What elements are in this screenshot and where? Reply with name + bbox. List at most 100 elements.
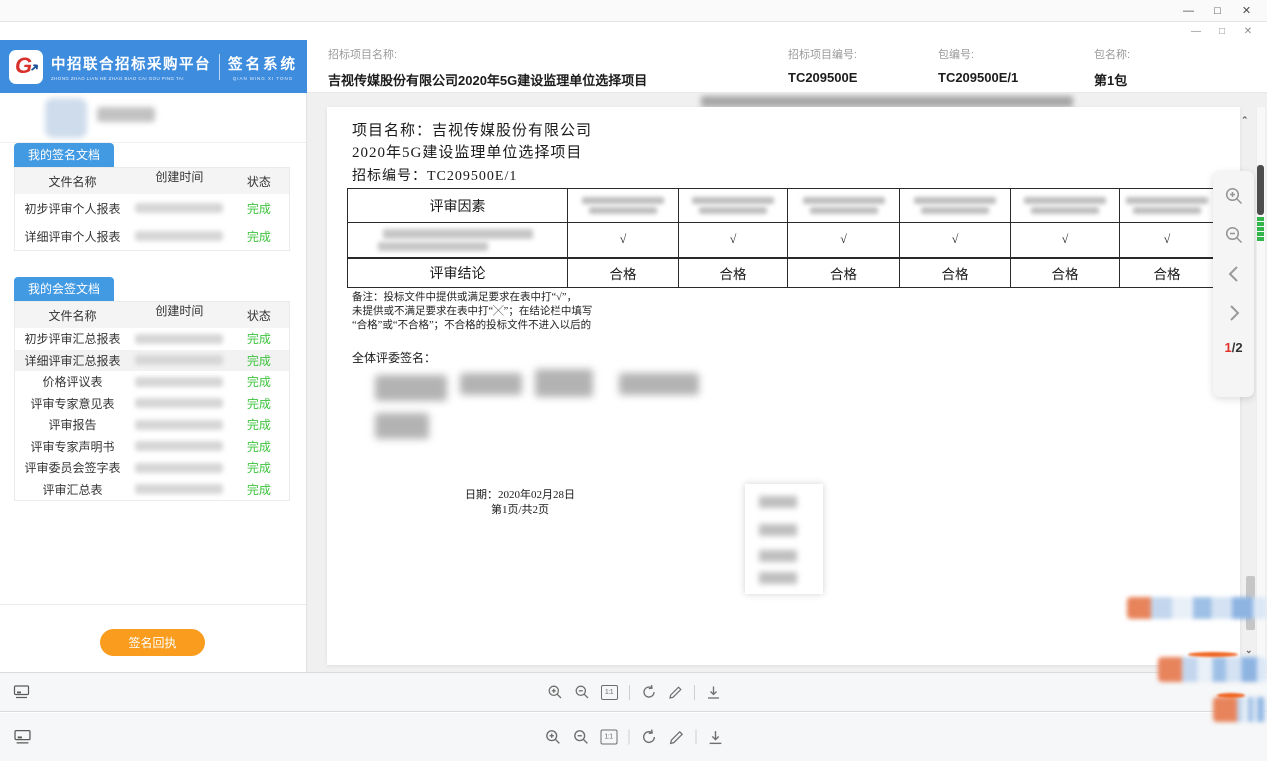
zoom-out-icon[interactable] — [574, 684, 590, 700]
minimize-icon[interactable]: — — [1183, 26, 1209, 37]
prev-page-icon[interactable] — [1221, 259, 1247, 289]
actual-size-icon[interactable]: 1:1 — [600, 730, 617, 745]
brand-divider — [219, 54, 220, 80]
project-no-value: TC209500E — [788, 70, 857, 85]
bidder-name-redacted — [900, 189, 1011, 223]
pass-cell: 合格 — [788, 258, 900, 288]
table-header: 文件名称 创建时间 状态 — [15, 302, 289, 328]
widget-accent-redacted — [1188, 652, 1238, 657]
note-line: “合格”或“不合格”；不合格的投标文件不进入以后的 — [352, 319, 592, 333]
tab-my-signature-docs[interactable]: 我的签名文档 — [14, 143, 114, 167]
doc-project-line1: 项目名称：吉视传媒股份有限公司 — [352, 119, 592, 140]
total-pages: 2 — [1235, 340, 1242, 355]
scrollbar-thumb[interactable] — [1257, 165, 1264, 215]
pass-cell: 合格 — [568, 258, 679, 288]
brand-banner: G ➜ 中招联合招标采购平台 ZHONG ZHAO LIAN HE ZHAO B… — [0, 40, 307, 93]
table-row[interactable]: 评审专家意见表 完成 — [15, 393, 289, 415]
scroll-marker — [1257, 237, 1264, 241]
minimize-icon[interactable]: — — [1174, 5, 1203, 17]
doc-title-redacted — [701, 96, 1073, 107]
doc-name: 评审委员会签字表 — [15, 459, 130, 476]
pdf-toolbar: 1:1 — [547, 684, 721, 700]
table-notes: 备注：投标文件中提供或满足要求在表中打“√”， 未提供或不满足要求在表中打“╳”… — [352, 291, 592, 333]
close-icon[interactable]: ✕ — [1232, 4, 1261, 17]
widget-redacted — [1213, 697, 1267, 722]
device-icon[interactable] — [13, 685, 30, 700]
package-name-value: 第1包 — [1094, 70, 1130, 89]
zoom-in-icon[interactable] — [1221, 181, 1247, 211]
document-page[interactable]: 项目名称：吉视传媒股份有限公司 2020年5G建设监理单位选择项目 招标编号：T… — [327, 107, 1240, 665]
scroll-marker — [1257, 222, 1264, 226]
user-panel — [0, 93, 306, 143]
scroll-up-icon[interactable]: ⌃ — [1241, 115, 1249, 126]
tab-my-countersign-docs[interactable]: 我的会签文档 — [14, 277, 114, 301]
current-page: 1 — [1224, 340, 1231, 355]
col-created-time: 创建时间 — [130, 168, 229, 194]
table-row[interactable]: 初步评审个人报表 完成 — [15, 194, 289, 222]
document-viewer: 项目名称：吉视传媒股份有限公司 2020年5G建设监理单位选择项目 招标编号：T… — [307, 93, 1267, 672]
viewer-floating-toolbar: 1/2 — [1213, 171, 1254, 397]
check-cell: √ — [1120, 223, 1215, 258]
zoom-out-icon[interactable] — [1221, 220, 1247, 250]
signature-redacted — [375, 375, 447, 401]
doc-time-redacted — [130, 194, 229, 222]
signature-label: 全体评委签名： — [352, 349, 436, 366]
maximize-icon[interactable]: □ — [1203, 5, 1232, 17]
system-subtitle: QIAN MING XI TONG — [228, 76, 298, 81]
zoom-in-icon[interactable] — [544, 729, 561, 746]
col-created-time: 创建时间 — [130, 302, 229, 328]
inner-window-controls: — □ ✕ — [1183, 22, 1261, 40]
close-icon[interactable]: ✕ — [1235, 26, 1261, 37]
rotate-icon[interactable] — [641, 684, 657, 700]
col-file-name: 文件名称 — [15, 307, 130, 324]
brand-system-block: 签名系统 QIAN MING XI TONG — [228, 53, 298, 81]
pass-cell: 合格 — [679, 258, 788, 288]
factor-header-cell: 评审因素 — [348, 189, 568, 223]
table-row-selected[interactable]: 详细评审汇总报表 完成 — [15, 350, 289, 372]
table-row[interactable]: 详细评审个人报表 完成 — [15, 222, 289, 250]
rotate-icon[interactable] — [640, 729, 657, 746]
doc-name: 初步评审个人报表 — [15, 200, 130, 217]
table-row[interactable]: 评审委员会签字表 完成 — [15, 457, 289, 479]
check-cell: √ — [568, 223, 679, 258]
table-row[interactable]: 评审报告 完成 — [15, 414, 289, 436]
zoom-out-icon[interactable] — [572, 729, 589, 746]
download-icon[interactable] — [706, 685, 721, 700]
table-row[interactable]: 评审汇总表 完成 — [15, 479, 289, 501]
table-row-conclusion: 评审结论 合格 合格 合格 合格 合格 合格 合格 — [348, 258, 1241, 288]
status-badge: 完成 — [229, 438, 289, 455]
doc-time-redacted — [130, 328, 229, 350]
col-status: 状态 — [229, 307, 289, 324]
table-row[interactable]: 价格评议表 完成 — [15, 371, 289, 393]
check-cell: √ — [1011, 223, 1120, 258]
download-icon[interactable] — [707, 729, 723, 745]
actual-size-label: 1:1 — [600, 730, 617, 745]
conclusion-label-cell: 评审结论 — [348, 258, 568, 288]
maximize-icon[interactable]: □ — [1209, 26, 1235, 37]
table-row[interactable]: 初步评审汇总报表 完成 — [15, 328, 289, 350]
edit-pencil-icon[interactable] — [668, 685, 683, 700]
device-icon[interactable] — [13, 729, 32, 745]
scroll-marker — [1257, 217, 1264, 221]
avatar — [45, 98, 87, 138]
status-badge: 完成 — [229, 200, 289, 217]
table-row[interactable]: 评审专家声明书 完成 — [15, 436, 289, 458]
bottom-toolbar-band-1: 1:1 — [0, 672, 1267, 712]
scroll-down-icon[interactable]: ⌄ — [1245, 645, 1253, 656]
signature-redacted — [460, 373, 522, 395]
package-name-field: 包名称: 第1包 — [1094, 46, 1130, 89]
brand-title: 中招联合招标采购平台 — [51, 53, 211, 74]
project-name-label: 招标项目名称: — [328, 46, 647, 62]
note-line: 未提供或不满足要求在表中打“╳”；在结论栏中填写 — [352, 305, 592, 319]
package-name-label: 包名称: — [1094, 46, 1130, 62]
doc-name: 评审专家意见表 — [15, 395, 130, 412]
check-cell: √ — [679, 223, 788, 258]
sign-receipt-button[interactable]: 签名回执 — [100, 629, 205, 656]
zoom-in-icon[interactable] — [547, 684, 563, 700]
doc-time-redacted — [130, 371, 229, 393]
next-page-icon[interactable] — [1221, 298, 1247, 328]
edit-pencil-icon[interactable] — [668, 729, 684, 745]
status-badge: 完成 — [229, 373, 289, 390]
inner-titlebar: — □ ✕ — [0, 22, 1267, 40]
actual-size-icon[interactable]: 1:1 — [601, 685, 618, 700]
